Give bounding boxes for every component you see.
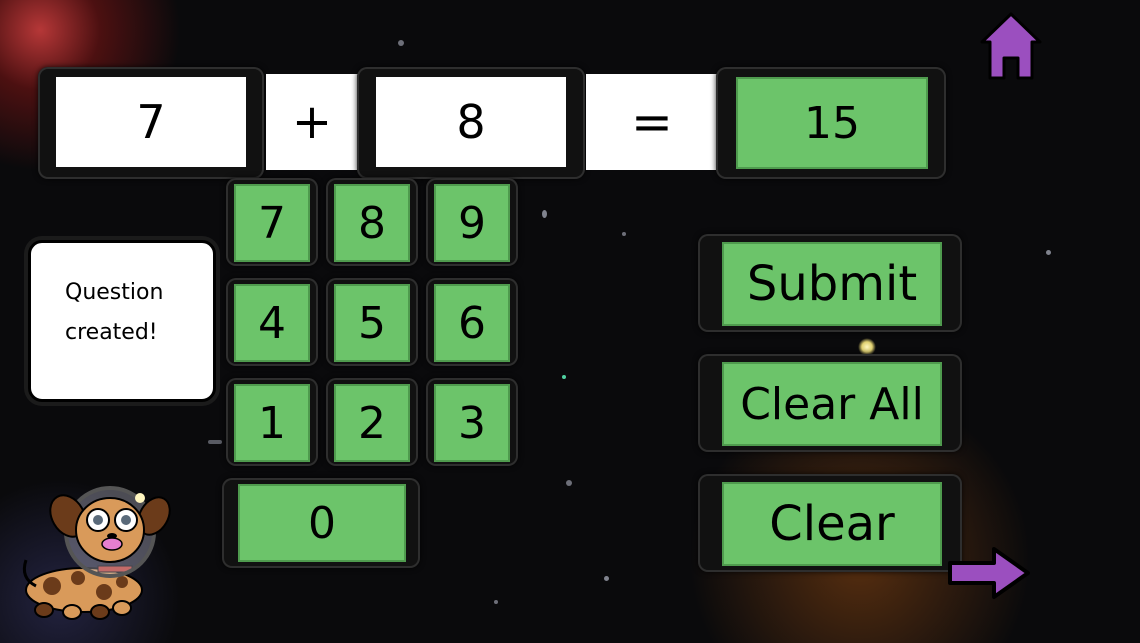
answer-value: 15: [804, 97, 860, 149]
key-label: 6: [458, 297, 486, 349]
star: [622, 232, 626, 236]
key-3[interactable]: 3: [434, 384, 510, 462]
operand2-value: 8: [456, 95, 486, 149]
star: [562, 375, 566, 379]
key-7[interactable]: 7: [234, 184, 310, 262]
star: [566, 480, 572, 486]
astronaut-dog-mascot: [22, 486, 171, 620]
key-label: 1: [258, 397, 286, 449]
star: [604, 576, 609, 581]
key-label: 8: [358, 197, 386, 249]
key-label: 3: [458, 397, 486, 449]
operand1-value: 7: [136, 95, 166, 149]
key-label: 7: [258, 197, 286, 249]
submit-label: Submit: [746, 256, 918, 312]
equals-cell: =: [586, 74, 718, 170]
operator-symbol: +: [291, 94, 333, 150]
submit-button[interactable]: Submit: [722, 242, 942, 326]
key-0[interactable]: 0: [238, 484, 406, 562]
star: [494, 600, 498, 604]
operand2-field[interactable]: 8: [376, 77, 566, 167]
key-6[interactable]: 6: [434, 284, 510, 362]
star: [398, 40, 404, 46]
key-label: 5: [358, 297, 386, 349]
star: [208, 440, 222, 444]
key-4[interactable]: 4: [234, 284, 310, 362]
home-icon[interactable]: [978, 10, 1044, 82]
star: [542, 210, 547, 218]
equals-symbol: =: [631, 93, 673, 151]
operator-cell: +: [266, 74, 358, 170]
key-5[interactable]: 5: [334, 284, 410, 362]
key-label: 9: [458, 197, 486, 249]
status-message-line1: Question: [65, 280, 164, 305]
operand1-field[interactable]: 7: [56, 77, 246, 167]
status-message-line2: created!: [65, 320, 158, 345]
key-label: 4: [258, 297, 286, 349]
key-label: 0: [308, 497, 336, 549]
key-1[interactable]: 1: [234, 384, 310, 462]
key-9[interactable]: 9: [434, 184, 510, 262]
star: [1046, 250, 1051, 255]
status-message-box: Question created!: [28, 240, 216, 402]
clear-button[interactable]: Clear: [722, 482, 942, 566]
key-8[interactable]: 8: [334, 184, 410, 262]
arrow-right-icon[interactable]: [946, 545, 1032, 601]
clear-label: Clear: [769, 496, 895, 552]
clear-all-button[interactable]: Clear All: [722, 362, 942, 446]
key-2[interactable]: 2: [334, 384, 410, 462]
key-label: 2: [358, 397, 386, 449]
answer-field[interactable]: 15: [736, 77, 928, 169]
clear-all-label: Clear All: [740, 378, 924, 430]
